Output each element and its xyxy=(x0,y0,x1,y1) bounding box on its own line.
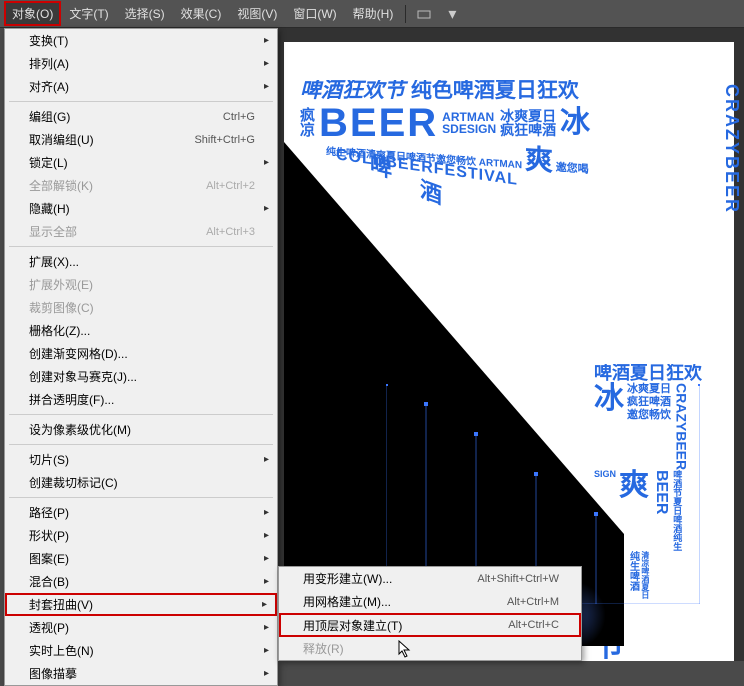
object-menu: 变换(T)排列(A)对齐(A)编组(G)Ctrl+G取消编组(U)Shift+C… xyxy=(4,28,278,686)
submenu-item: 释放(R) xyxy=(279,637,581,660)
menu-item[interactable]: 实时上色(N) xyxy=(5,639,277,662)
submenu-shortcut: Alt+Ctrl+C xyxy=(508,619,559,631)
menu-item: 扩展外观(E) xyxy=(5,273,277,296)
submenu-item[interactable]: 用顶层对象建立(T)Alt+Ctrl+C xyxy=(279,613,581,637)
menu-item[interactable]: 图像描摹 xyxy=(5,662,277,685)
menu-separator xyxy=(9,444,273,445)
menu-label: 图案(E) xyxy=(29,550,255,567)
menu-item[interactable]: 透视(P) xyxy=(5,616,277,639)
menu-item[interactable]: 取消编组(U)Shift+Ctrl+G xyxy=(5,128,277,151)
menu-label: 设为像素级优化(M) xyxy=(29,421,255,438)
menu-label: 扩展(X)... xyxy=(29,253,255,270)
menu-item[interactable]: 隐藏(H) xyxy=(5,197,277,220)
menu-label: 路径(P) xyxy=(29,504,255,521)
menu-help[interactable]: 帮助(H) xyxy=(345,1,402,26)
menu-label: 形状(P) xyxy=(29,527,255,544)
menu-item[interactable]: 创建裁切标记(C) xyxy=(5,471,277,494)
menu-item[interactable]: 对齐(A) xyxy=(5,75,277,98)
menu-label: 扩展外观(E) xyxy=(29,276,255,293)
vertical-text-crazy: CRAZYBEER xyxy=(721,84,742,214)
menu-label: 创建对象马赛克(J)... xyxy=(29,368,255,385)
menu-item[interactable]: 拼合透明度(F)... xyxy=(5,388,277,411)
menu-effect[interactable]: 效果(C) xyxy=(173,1,230,26)
menu-item[interactable]: 形状(P) xyxy=(5,524,277,547)
menu-item[interactable]: 栅格化(Z)... xyxy=(5,319,277,342)
divider xyxy=(405,5,406,23)
menu-label: 切片(S) xyxy=(29,451,255,468)
menu-shortcut: Alt+Ctrl+3 xyxy=(206,226,255,238)
menu-shortcut: Shift+Ctrl+G xyxy=(194,134,255,146)
menu-label: 对齐(A) xyxy=(29,78,255,95)
submenu-item[interactable]: 用变形建立(W)...Alt+Shift+Ctrl+W xyxy=(279,567,581,590)
menu-label: 显示全部 xyxy=(29,223,206,240)
menu-item[interactable]: 设为像素级优化(M) xyxy=(5,418,277,441)
toolbar-dropdown-icon[interactable]: ▾ xyxy=(441,5,463,23)
menu-item: 显示全部Alt+Ctrl+3 xyxy=(5,220,277,243)
menu-item[interactable]: 创建对象马赛克(J)... xyxy=(5,365,277,388)
menu-item: 全部解锁(K)Alt+Ctrl+2 xyxy=(5,174,277,197)
menu-item[interactable]: 变换(T) xyxy=(5,29,277,52)
menu-label: 裁剪图像(C) xyxy=(29,299,255,316)
menu-item[interactable]: 编组(G)Ctrl+G xyxy=(5,105,277,128)
menu-item[interactable]: 封套扭曲(V) xyxy=(5,593,277,616)
menubar: 对象(O) 文字(T) 选择(S) 效果(C) 视图(V) 窗口(W) 帮助(H… xyxy=(0,0,744,28)
toolbar-icon-1[interactable] xyxy=(413,5,435,23)
menu-label: 创建裁切标记(C) xyxy=(29,474,255,491)
menu-label: 取消编组(U) xyxy=(29,131,194,148)
envelope-submenu: 用变形建立(W)...Alt+Shift+Ctrl+W用网格建立(M)...Al… xyxy=(278,566,582,661)
menu-separator xyxy=(9,497,273,498)
menu-separator xyxy=(9,246,273,247)
menu-shortcut: Ctrl+G xyxy=(223,111,255,123)
menu-item[interactable]: 创建渐变网格(D)... xyxy=(5,342,277,365)
cursor-icon xyxy=(398,640,414,663)
submenu-item[interactable]: 用网格建立(M)...Alt+Ctrl+M xyxy=(279,590,581,613)
menu-label: 封套扭曲(V) xyxy=(29,596,255,613)
menu-label: 变换(T) xyxy=(29,32,255,49)
submenu-label: 用网格建立(M)... xyxy=(303,593,507,610)
menu-label: 拼合透明度(F)... xyxy=(29,391,255,408)
menu-item[interactable]: 扩展(X)... xyxy=(5,250,277,273)
menu-label: 锁定(L) xyxy=(29,154,255,171)
menu-select[interactable]: 选择(S) xyxy=(117,1,173,26)
menu-item[interactable]: 排列(A) xyxy=(5,52,277,75)
menu-view[interactable]: 视图(V) xyxy=(229,1,285,26)
submenu-label: 用顶层对象建立(T) xyxy=(303,617,508,634)
menu-label: 创建渐变网格(D)... xyxy=(29,345,255,362)
menu-label: 图像描摹 xyxy=(29,665,255,682)
menu-label: 隐藏(H) xyxy=(29,200,255,217)
submenu-label: 用变形建立(W)... xyxy=(303,570,477,587)
menu-label: 编组(G) xyxy=(29,108,223,125)
menu-shortcut: Alt+Ctrl+2 xyxy=(206,180,255,192)
menu-label: 透视(P) xyxy=(29,619,255,636)
menu-label: 排列(A) xyxy=(29,55,255,72)
menu-item[interactable]: 路径(P) xyxy=(5,501,277,524)
menu-object[interactable]: 对象(O) xyxy=(4,1,61,26)
menu-item[interactable]: 锁定(L) xyxy=(5,151,277,174)
menu-label: 全部解锁(K) xyxy=(29,177,206,194)
menu-item[interactable]: 切片(S) xyxy=(5,448,277,471)
menu-label: 实时上色(N) xyxy=(29,642,255,659)
menu-separator xyxy=(9,101,273,102)
submenu-shortcut: Alt+Ctrl+M xyxy=(507,596,559,608)
menu-label: 混合(B) xyxy=(29,573,255,590)
menu-separator xyxy=(9,414,273,415)
menu-text[interactable]: 文字(T) xyxy=(61,1,116,26)
submenu-label: 释放(R) xyxy=(303,640,559,657)
menu-label: 栅格化(Z)... xyxy=(29,322,255,339)
menu-window[interactable]: 窗口(W) xyxy=(285,1,344,26)
menu-item[interactable]: 混合(B) xyxy=(5,570,277,593)
menu-item: 裁剪图像(C) xyxy=(5,296,277,319)
submenu-shortcut: Alt+Shift+Ctrl+W xyxy=(477,573,559,585)
menu-item[interactable]: 图案(E) xyxy=(5,547,277,570)
